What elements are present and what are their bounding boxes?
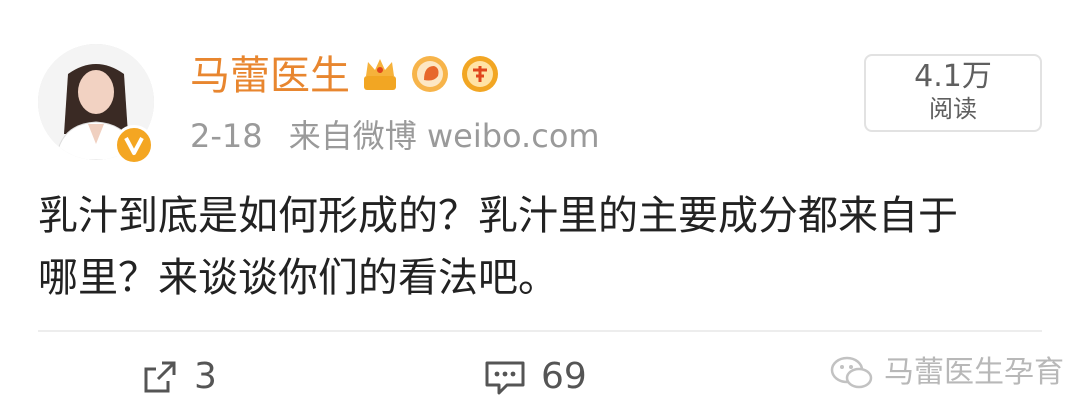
medal-badge-icon[interactable] [460,54,500,94]
bird-badge-icon[interactable] [410,54,450,94]
comment-icon [485,361,525,395]
wechat-icon [830,356,873,389]
comment-count: 69 [541,356,587,397]
author-name[interactable]: 马蕾医生 [190,52,350,100]
comment-button[interactable]: 69 [483,357,587,397]
badge-row [360,54,500,94]
post-date: 2-18 [190,117,263,155]
post-body: 乳汁到底是如何形成的？乳汁里的主要成分都来自于 哪里？来谈谈你们的看法吧。 [38,185,1048,309]
post-text-line: 哪里？来谈谈你们的看法吧。 [38,255,558,301]
post-meta: 2-18 来自微博 weibo.com [190,116,600,156]
post-source[interactable]: 来自微博 weibo.com [289,117,600,155]
read-count: 4.1万 [914,59,992,94]
crown-badge-icon[interactable] [360,54,400,94]
watermark-text: 马蕾医生孕育 [884,355,1064,390]
verified-v-icon [114,125,154,165]
post-text-line: 乳汁到底是如何形成的？乳汁里的主要成分都来自于 [38,193,958,239]
repost-icon [144,361,176,393]
divider [38,330,1042,332]
repost-button[interactable]: 3 [140,357,217,397]
repost-count: 3 [194,356,217,397]
read-count-box: 4.1万 阅读 [864,54,1042,132]
account-watermark: 马蕾医生孕育 [828,353,1064,393]
read-label: 阅读 [929,95,977,123]
